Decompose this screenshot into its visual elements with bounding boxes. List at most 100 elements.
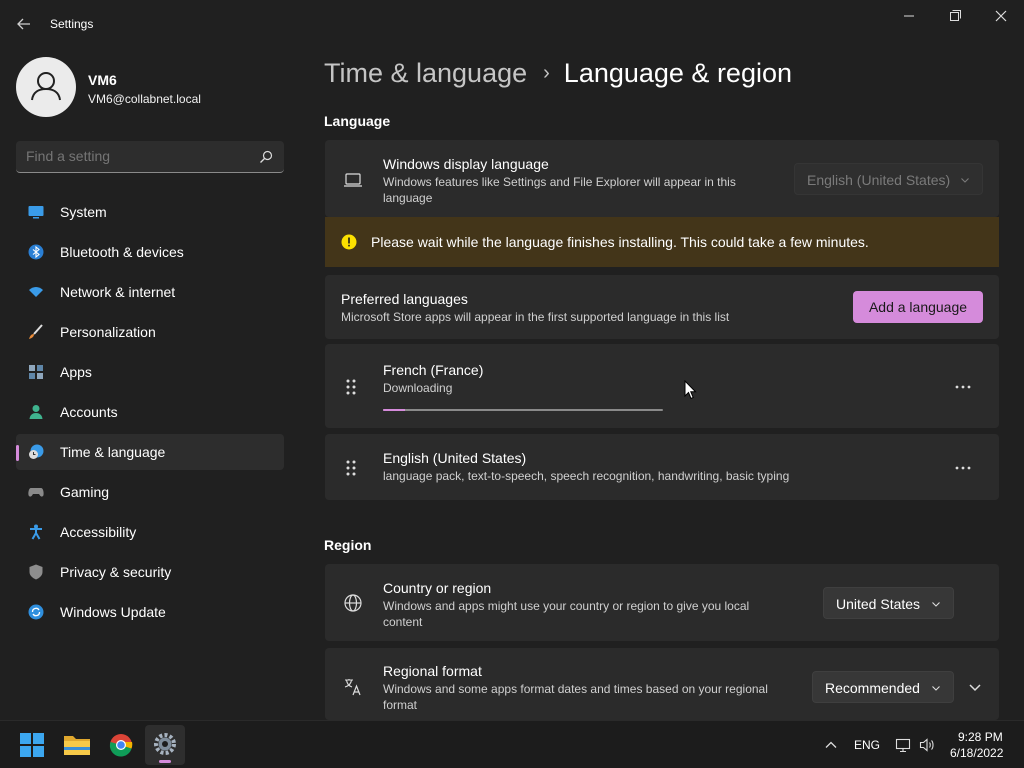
language-name: English (United States)	[383, 450, 527, 466]
sidebar-item-label: Privacy & security	[60, 564, 172, 580]
apps-icon	[29, 365, 43, 379]
regional-format-dropdown[interactable]: Recommended	[812, 671, 954, 703]
file-explorer-icon	[64, 736, 90, 755]
sidebar-item-label: System	[60, 204, 107, 220]
sidebar-item-apps[interactable]: Apps	[16, 354, 284, 390]
title-bar: Settings	[0, 0, 1024, 48]
region-section-title: Region	[324, 537, 372, 553]
display-language-description: Windows features like Settings and File …	[383, 175, 736, 205]
close-button[interactable]	[978, 3, 1024, 29]
taskbar-clock-date[interactable]: 6/18/2022	[950, 746, 1003, 760]
sidebar-item-label: Personalization	[60, 324, 156, 340]
preferred-languages-title: Preferred languages	[341, 291, 468, 307]
avatar[interactable]	[16, 57, 76, 117]
language-item-english[interactable]: English (United States) language pack, t…	[325, 434, 999, 500]
taskbar-chrome[interactable]	[101, 725, 141, 765]
chevron-down-icon	[932, 602, 940, 607]
sidebar-item-bluetooth[interactable]: Bluetooth & devices	[16, 234, 284, 270]
language-name: French (France)	[383, 362, 484, 378]
taskbar: ENG 9:28 PM 6/18/2022	[0, 720, 1024, 768]
maximize-button[interactable]	[932, 3, 978, 29]
bluetooth-icon	[28, 244, 44, 260]
accessibility-icon	[30, 524, 42, 540]
regional-format-card[interactable]: Regional format Windows and some apps fo…	[325, 648, 999, 720]
settings-icon	[154, 733, 176, 755]
sidebar-item-accessibility[interactable]: Accessibility	[16, 514, 284, 550]
country-region-description: Windows and apps might use your country …	[383, 599, 750, 629]
display-language-title: Windows display language	[383, 156, 549, 172]
preferred-languages-description: Microsoft Store apps will appear in the …	[341, 310, 730, 324]
sidebar-item-accounts[interactable]: Accounts	[16, 394, 284, 430]
add-language-button[interactable]: Add a language	[853, 291, 983, 323]
sidebar-item-label: Apps	[60, 364, 92, 380]
sidebar-item-label: Accounts	[60, 404, 118, 420]
warning-text: Please wait while the language finishes …	[371, 234, 869, 250]
person-avatar-icon	[31, 72, 61, 101]
regional-format-dropdown-value: Recommended	[825, 680, 920, 696]
sidebar-nav: System Bluetooth & devices Network & int…	[16, 194, 284, 634]
installing-warning-banner: Please wait while the language finishes …	[325, 217, 999, 267]
back-arrow-icon	[17, 18, 30, 30]
minimize-button[interactable]	[886, 3, 932, 29]
breadcrumb: Time & language › Language & region	[324, 58, 792, 94]
sidebar-item-label: Accessibility	[60, 524, 137, 540]
user-name: VM6	[88, 72, 117, 88]
expand-chevron-icon[interactable]	[963, 675, 987, 699]
sidebar-item-label: Bluetooth & devices	[60, 244, 184, 260]
network-status-icon[interactable]	[895, 737, 911, 753]
sidebar-item-network[interactable]: Network & internet	[16, 274, 284, 310]
regional-format-title: Regional format	[383, 663, 482, 679]
sidebar-item-label: Network & internet	[60, 284, 176, 300]
regional-format-icon	[344, 679, 361, 696]
display-language-dropdown[interactable]: English (United States)	[794, 163, 983, 195]
download-progress-bar	[383, 409, 663, 411]
country-region-title: Country or region	[383, 580, 492, 596]
close-icon	[995, 10, 1007, 22]
sidebar-item-system[interactable]: System	[16, 194, 284, 230]
drag-handle-icon[interactable]	[345, 459, 357, 477]
sidebar-item-label: Gaming	[60, 484, 110, 500]
person-icon	[29, 405, 43, 419]
sidebar-item-label: Time & language	[60, 444, 166, 460]
sidebar-item-privacy[interactable]: Privacy & security	[16, 554, 284, 590]
chevron-down-icon	[932, 686, 940, 691]
search-input[interactable]	[26, 148, 246, 164]
search-box[interactable]	[16, 141, 284, 173]
page-title: Language & region	[563, 58, 792, 88]
back-button[interactable]	[10, 10, 38, 38]
sidebar-item-time-language[interactable]: Time & language	[16, 434, 284, 470]
language-features: language pack, text-to-speech, speech re…	[383, 469, 790, 483]
search-icon	[260, 150, 273, 163]
restore-icon	[950, 10, 961, 21]
shield-icon	[29, 564, 43, 580]
taskbar-file-explorer[interactable]	[57, 725, 97, 765]
wifi-icon	[29, 287, 43, 297]
language-item-french[interactable]: French (France) Downloading	[325, 344, 999, 428]
language-status: Downloading	[383, 381, 453, 395]
sidebar-item-personalization[interactable]: Personalization	[16, 314, 284, 350]
update-icon	[28, 604, 44, 620]
taskbar-clock-time[interactable]: 9:28 PM	[958, 730, 1003, 744]
country-region-card: Country or region Windows and apps might…	[325, 564, 999, 641]
more-options-icon[interactable]	[951, 375, 975, 399]
chevron-up-icon[interactable]	[823, 737, 839, 753]
download-progress-fill	[383, 409, 406, 411]
regional-format-description: Windows and some apps format dates and t…	[383, 682, 768, 712]
breadcrumb-separator: ›	[543, 62, 550, 84]
volume-icon[interactable]	[919, 737, 935, 753]
drag-handle-icon[interactable]	[345, 378, 357, 396]
breadcrumb-parent-link[interactable]: Time & language	[324, 58, 527, 88]
start-icon	[20, 733, 44, 757]
globe-icon	[344, 594, 362, 612]
more-options-icon[interactable]	[951, 456, 975, 480]
country-region-dropdown[interactable]: United States	[823, 587, 954, 619]
start-button[interactable]	[12, 725, 52, 765]
display-language-card: Windows display language Windows feature…	[325, 140, 999, 217]
input-language-indicator[interactable]: ENG	[854, 738, 880, 752]
chevron-down-icon	[961, 178, 969, 183]
chrome-icon	[109, 734, 133, 757]
taskbar-settings[interactable]	[145, 725, 185, 765]
clock-globe-icon	[29, 444, 44, 459]
sidebar-item-gaming[interactable]: Gaming	[16, 474, 284, 510]
sidebar-item-windows-update[interactable]: Windows Update	[16, 594, 284, 630]
